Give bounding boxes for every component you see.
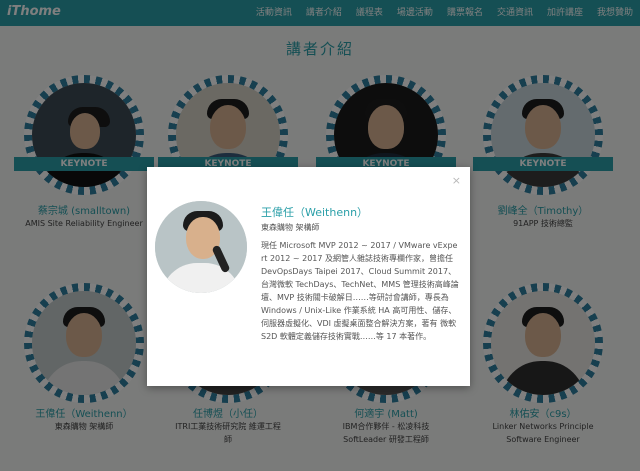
- modal-speaker-org: 東森購物 架構師: [261, 223, 320, 232]
- modal-speaker-name: 王偉任（Weithenn）: [261, 206, 369, 219]
- modal-speaker-photo: [155, 201, 247, 293]
- modal-speaker-bio: 現任 Microsoft MVP 2012 ~ 2017 / VMware vE…: [261, 241, 459, 341]
- close-icon[interactable]: ×: [452, 174, 461, 187]
- speaker-detail-modal: × 王偉任（Weithenn） 東森購物 架構師 現任 Microsoft MV…: [147, 167, 470, 386]
